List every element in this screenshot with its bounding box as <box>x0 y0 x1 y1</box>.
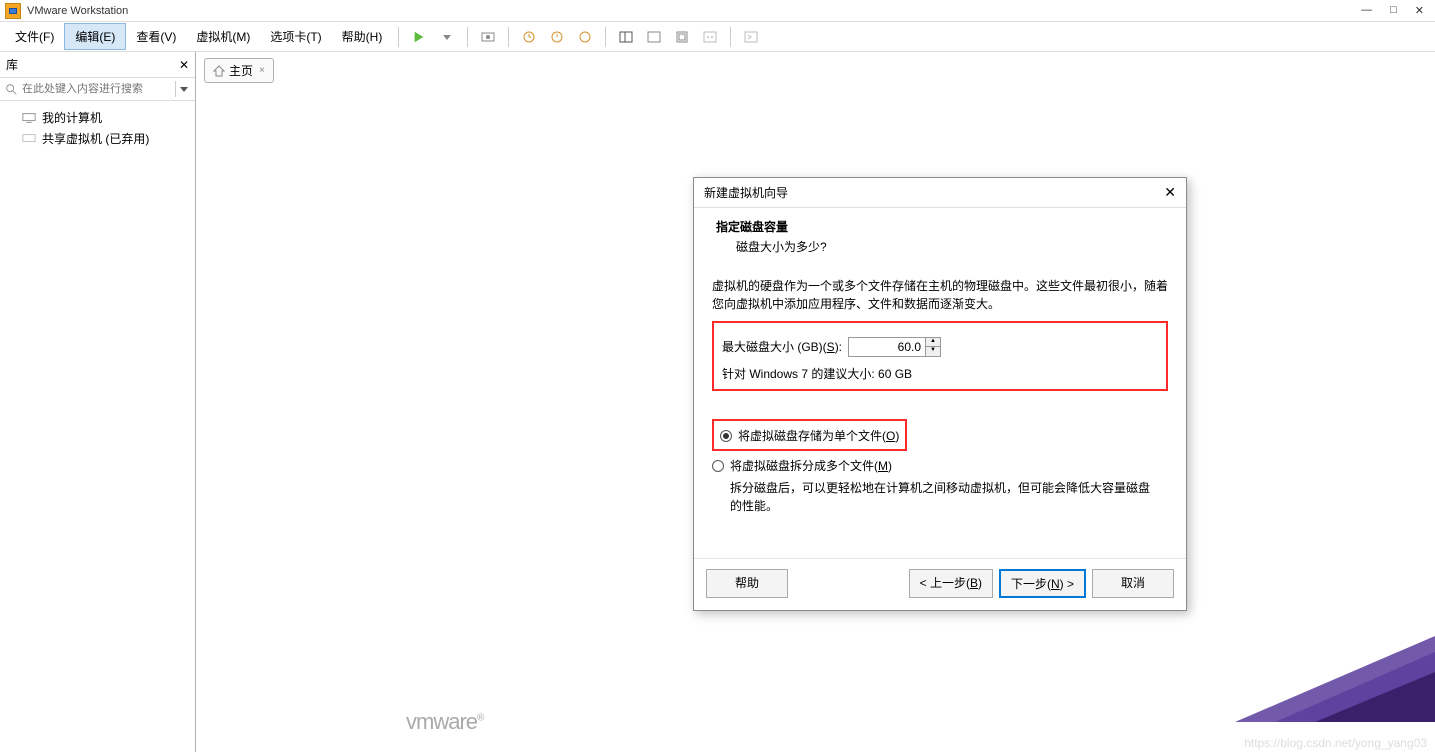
clock-icon-2[interactable] <box>545 25 569 49</box>
clock-icon[interactable] <box>517 25 541 49</box>
clock-icon-3[interactable] <box>573 25 597 49</box>
sidebar-item-label: 我的计算机 <box>42 109 102 126</box>
app-icon <box>5 3 21 19</box>
help-button[interactable]: 帮助 <box>706 569 788 598</box>
dialog-title: 新建虚拟机向导 <box>704 184 788 201</box>
spinner-up-button[interactable]: ▲ <box>926 338 940 347</box>
cancel-button[interactable]: 取消 <box>1092 569 1174 598</box>
next-button[interactable]: 下一步(N) > <box>999 569 1086 598</box>
console-icon[interactable] <box>739 25 763 49</box>
minimize-button[interactable]: — <box>1361 4 1372 17</box>
window-title: VMware Workstation <box>27 5 128 17</box>
sidebar-item-shared-vm[interactable]: 共享虚拟机 (已弃用) <box>8 128 187 149</box>
radio-split-files-label: 将虚拟磁盘拆分成多个文件(M) <box>730 457 892 475</box>
radio-split-files[interactable] <box>712 460 724 472</box>
sidebar-item-label: 共享虚拟机 (已弃用) <box>42 130 149 147</box>
dialog-header-subtitle: 磁盘大小为多少? <box>716 238 1166 255</box>
close-button[interactable]: ✕ <box>1415 4 1424 17</box>
back-button[interactable]: < 上一步(B) <box>909 569 993 598</box>
sidebar: 库 ✕ 我的计算机 共享虚拟机 (已弃用) <box>0 52 196 752</box>
shared-icon <box>22 133 36 145</box>
disk-size-label: 最大磁盘大小 (GB)(S): <box>722 338 842 356</box>
menubar: 文件(F) 编辑(E) 查看(V) 虚拟机(M) 选项卡(T) 帮助(H) <box>0 22 1435 52</box>
fullscreen-icon[interactable] <box>670 25 694 49</box>
tab-home[interactable]: 主页 × <box>204 58 274 83</box>
menu-view[interactable]: 查看(V) <box>126 24 186 49</box>
dialog-header-title: 指定磁盘容量 <box>716 218 1166 235</box>
search-input[interactable] <box>22 83 175 95</box>
layout-single-icon[interactable] <box>642 25 666 49</box>
play-button[interactable] <box>407 25 431 49</box>
menu-tabs[interactable]: 选项卡(T) <box>260 24 331 49</box>
dialog-close-button[interactable]: ✕ <box>1164 184 1176 201</box>
layout-split-icon[interactable] <box>614 25 638 49</box>
sidebar-title: 库 <box>6 56 18 73</box>
sidebar-item-my-computer[interactable]: 我的计算机 <box>8 107 187 128</box>
window-titlebar: VMware Workstation — □ ✕ <box>0 0 1435 22</box>
new-vm-wizard-dialog: 新建虚拟机向导 ✕ 指定磁盘容量 磁盘大小为多少? 虚拟机的硬盘作为一个或多个文… <box>693 177 1187 611</box>
watermark-text: https://blog.csdn.net/yong_yang03 <box>1244 736 1427 750</box>
play-dropdown-icon[interactable] <box>435 25 459 49</box>
menu-edit[interactable]: 编辑(E) <box>64 23 126 50</box>
search-row <box>0 78 195 101</box>
search-dropdown-icon[interactable] <box>175 81 191 97</box>
sidebar-close-button[interactable]: ✕ <box>179 58 189 72</box>
disk-size-input[interactable] <box>848 337 926 357</box>
disk-size-recommendation: 针对 Windows 7 的建议大小: 60 GB <box>722 365 1158 383</box>
tab-close-button[interactable]: × <box>259 65 265 76</box>
search-icon <box>4 82 18 96</box>
unity-icon[interactable] <box>698 25 722 49</box>
dialog-description: 虚拟机的硬盘作为一个或多个文件存储在主机的物理磁盘中。这些文件最初很小，随着您向… <box>712 277 1168 313</box>
home-icon <box>213 65 225 77</box>
menu-vm[interactable]: 虚拟机(M) <box>186 24 260 49</box>
vmware-logo: vmware® <box>406 709 483 735</box>
radio-split-files-note: 拆分磁盘后，可以更轻松地在计算机之间移动虚拟机，但可能会降低大容量磁盘的性能。 <box>712 479 1152 515</box>
radio-single-file-label: 将虚拟磁盘存储为单个文件(O) <box>738 427 899 445</box>
maximize-button[interactable]: □ <box>1390 4 1397 17</box>
disk-size-highlighted-box: 最大磁盘大小 (GB)(S): ▲ ▼ 针对 Windows 7 的建议大小: … <box>712 321 1168 391</box>
snapshot-icon[interactable] <box>476 25 500 49</box>
content-area: 主页 × ⇄ 服务器 vmware® https://blog.csdn.net… <box>196 52 1435 752</box>
menu-help[interactable]: 帮助(H) <box>332 24 393 49</box>
menu-file[interactable]: 文件(F) <box>5 24 64 49</box>
tab-label: 主页 <box>229 62 253 79</box>
single-file-highlighted-box: 将虚拟磁盘存储为单个文件(O) <box>712 419 907 451</box>
spinner-down-button[interactable]: ▼ <box>926 347 940 356</box>
disk-size-spinner[interactable]: ▲ ▼ <box>848 337 941 357</box>
computer-icon <box>22 112 36 124</box>
radio-single-file[interactable] <box>720 430 732 442</box>
